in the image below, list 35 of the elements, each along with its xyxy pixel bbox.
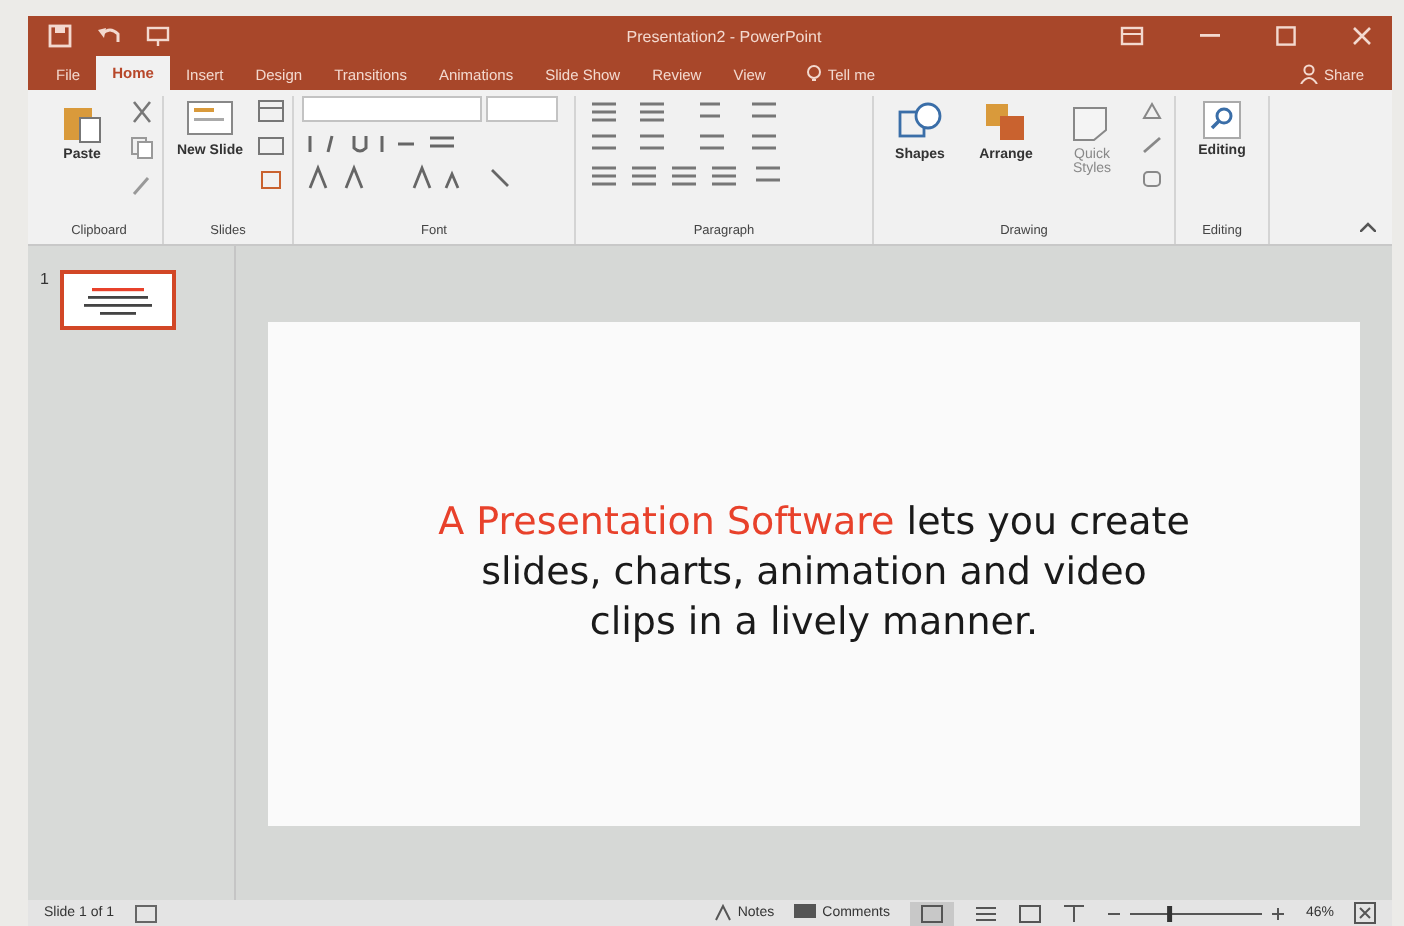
normal-view-icon[interactable] — [909, 901, 954, 925]
window-title: Presentation2 - PowerPoint — [624, 27, 824, 45]
ribbon-display-icon[interactable] — [1120, 26, 1144, 46]
slide-thumbnail[interactable] — [60, 270, 177, 330]
slide-icon — [186, 100, 234, 140]
close-icon[interactable] — [1352, 26, 1372, 46]
section-icon[interactable] — [258, 168, 284, 190]
slide-number: 1 — [40, 270, 49, 288]
undo-icon[interactable] — [96, 24, 122, 48]
shape-outline-icon[interactable] — [1140, 134, 1166, 156]
maximize-icon[interactable] — [1276, 26, 1296, 46]
cut-icon[interactable] — [130, 100, 154, 124]
save-icon[interactable] — [48, 24, 72, 48]
minimize-icon[interactable] — [1200, 34, 1220, 38]
arrange-icon — [982, 100, 1030, 144]
copy-icon[interactable] — [130, 136, 154, 160]
font-size-field[interactable] — [486, 96, 558, 122]
slide-text: A Presentation Software lets you create slides, charts, animation and video clips in a lively manner. — [436, 498, 1192, 648]
shape-fill-icon[interactable] — [1140, 100, 1166, 122]
shape-effects-icon[interactable] — [1140, 168, 1166, 190]
reading-view-icon[interactable] — [1017, 903, 1042, 923]
comment-icon — [794, 904, 817, 922]
fit-slide-icon[interactable] — [1354, 902, 1376, 924]
outline-view-icon[interactable] — [973, 903, 998, 923]
search-icon — [1202, 100, 1242, 140]
reset-icon[interactable] — [258, 134, 284, 156]
lightbulb-icon — [805, 64, 822, 84]
layout-icon[interactable] — [258, 100, 284, 122]
zoom-slider[interactable] — [1105, 903, 1286, 923]
collapse-ribbon-icon[interactable] — [1360, 222, 1376, 232]
font-name-field[interactable] — [302, 96, 482, 122]
format-painter-icon[interactable] — [130, 172, 154, 196]
presentation-icon[interactable] — [146, 24, 170, 48]
person-icon — [1299, 64, 1318, 84]
slider-thumb[interactable] — [1167, 905, 1173, 921]
